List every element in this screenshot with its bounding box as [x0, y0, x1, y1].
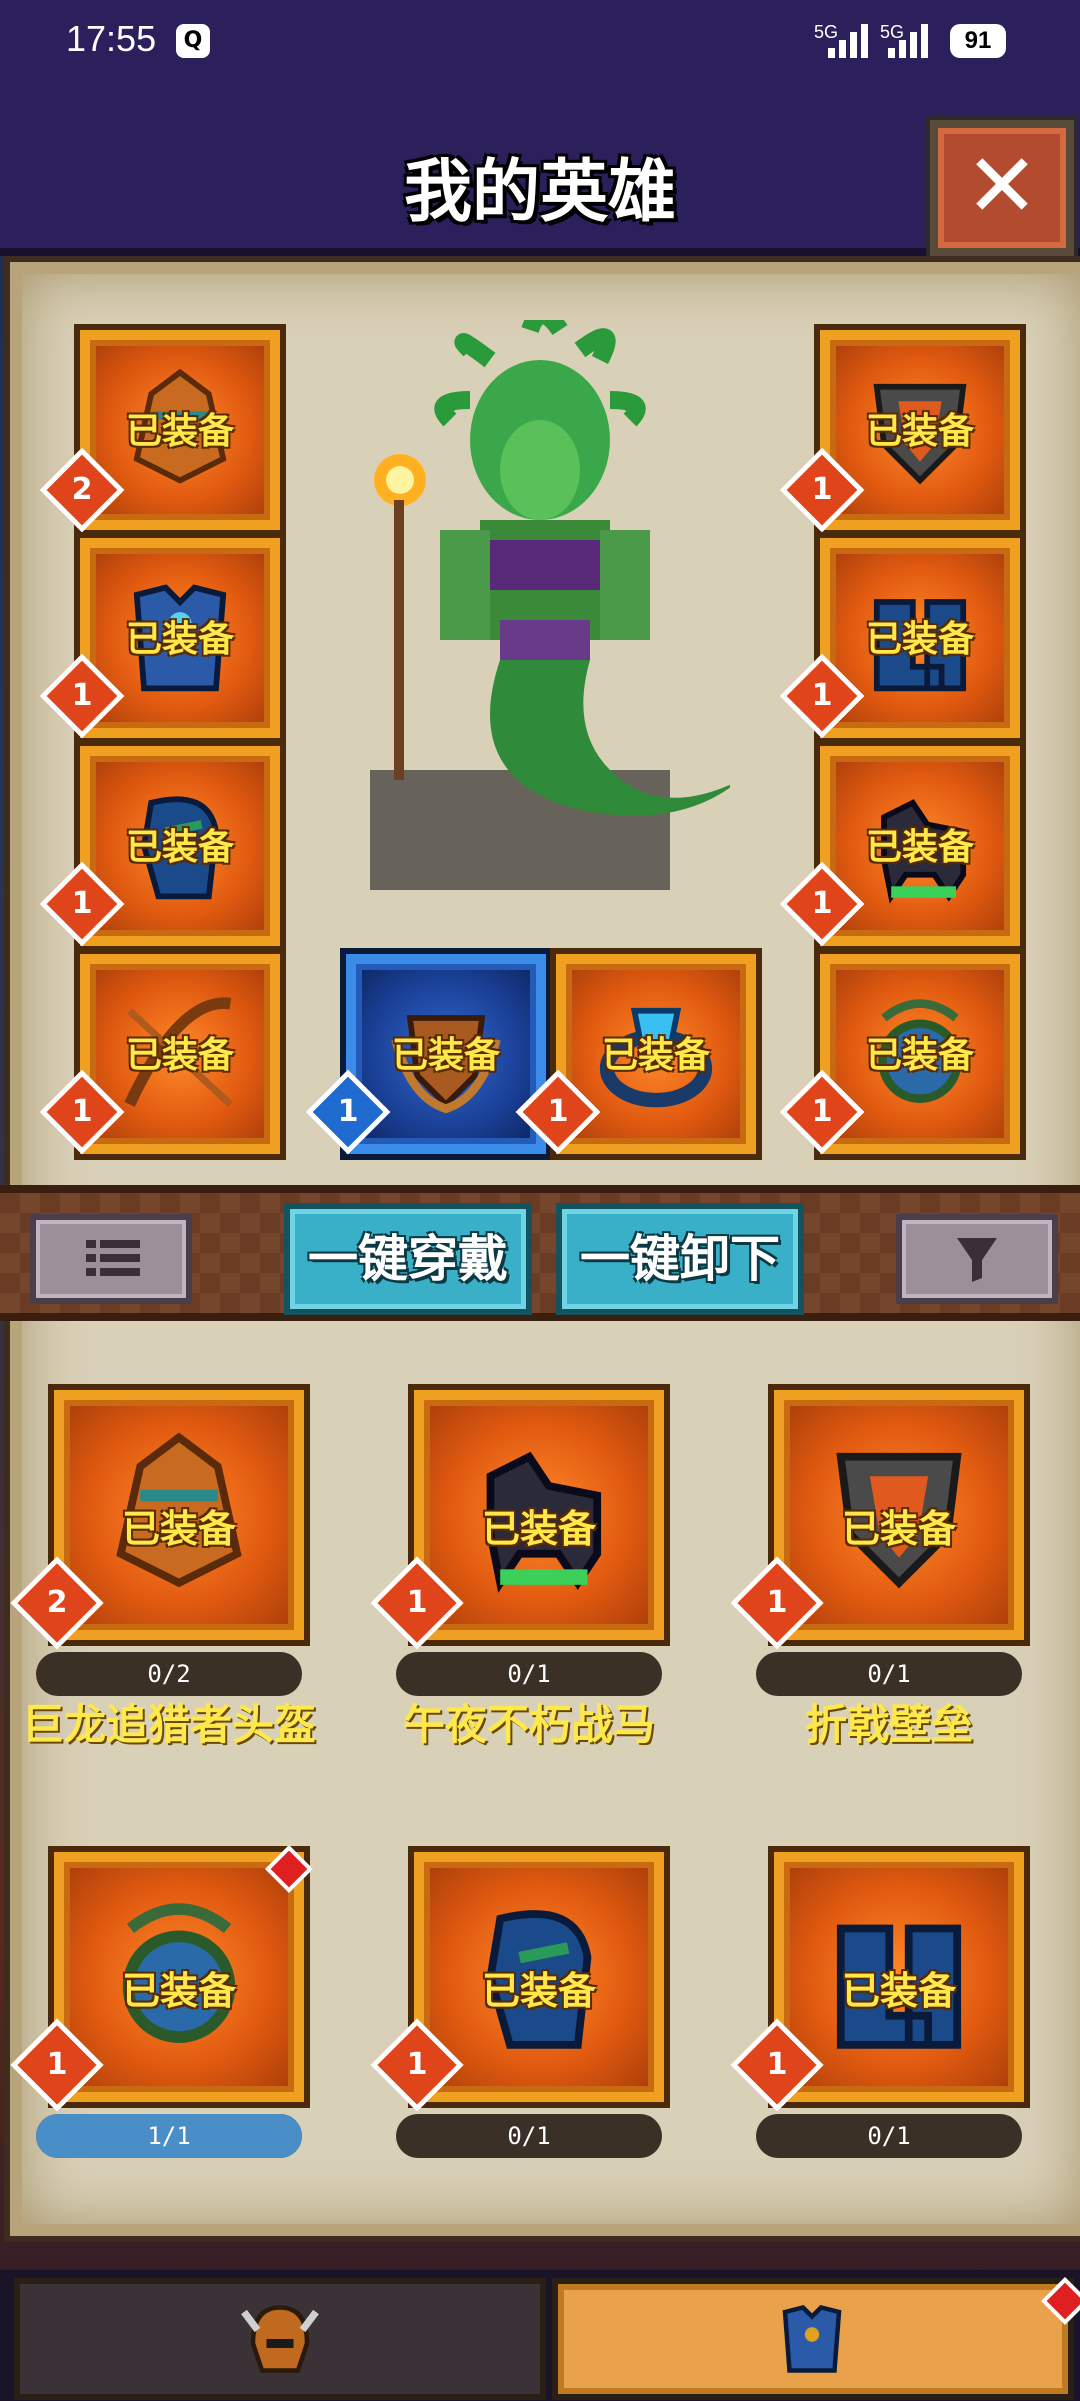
status-time: 17:55 [66, 18, 157, 59]
status-bar: 17:55 Q 5G 5G 91 [0, 0, 1080, 86]
battery-indicator: 91 [950, 24, 1006, 58]
bottom-tab-bar [0, 2270, 1080, 2401]
slot-label: 已装备 [865, 411, 974, 452]
slot-label: 已装备 [121, 1969, 236, 2013]
item-name: 折戟壁垒 [804, 1700, 973, 1749]
slot-label: 已装备 [481, 1969, 596, 2013]
close-icon: ✕ [965, 134, 1039, 237]
item-name: 巨龙追猎者头盔 [21, 1700, 316, 1749]
list-view-button[interactable] [30, 1214, 192, 1304]
slot-label: 已装备 [125, 619, 234, 660]
tab-hero[interactable] [14, 2278, 546, 2400]
close-button[interactable]: ✕ [930, 120, 1074, 256]
slot-label: 已装备 [865, 827, 974, 868]
slot-label: 已装备 [125, 411, 234, 452]
wear-all-button[interactable]: 一键穿戴 [284, 1203, 532, 1315]
slot-label: 已装备 [841, 1507, 956, 1551]
helmet-icon [241, 2305, 319, 2373]
slot-label: 已装备 [125, 1035, 234, 1076]
progress-bar: 0/2 [36, 1652, 302, 1696]
signal-icon [828, 22, 872, 58]
slot-label: 已装备 [841, 1969, 956, 2013]
progress-bar: 0/1 [396, 2114, 662, 2158]
slot-label: 已装备 [601, 1035, 710, 1076]
medusa-hero-figure [370, 320, 730, 890]
slot-label: 已装备 [121, 1507, 236, 1551]
progress-bar: 1/1 [36, 2114, 302, 2158]
item-name: 午夜不朽战马 [402, 1700, 655, 1749]
filter-button[interactable] [896, 1214, 1058, 1304]
tab-equipment[interactable] [552, 2278, 1074, 2400]
slot-label: 已装备 [391, 1035, 500, 1076]
list-icon [86, 1240, 140, 1276]
progress-bar: 0/1 [396, 1652, 662, 1696]
progress-bar: 0/1 [756, 2114, 1022, 2158]
slot-label: 已装备 [481, 1507, 596, 1551]
slot-label: 已装备 [865, 619, 974, 660]
title-bar: 我的英雄 [0, 86, 1080, 256]
qq-icon: Q [176, 24, 210, 58]
action-toolbar: 一键穿戴 一键卸下 [0, 1185, 1080, 1321]
slot-label: 已装备 [865, 1035, 974, 1076]
slot-label: 已装备 [125, 827, 234, 868]
remove-all-button[interactable]: 一键卸下 [556, 1203, 804, 1315]
progress-bar: 0/1 [756, 1652, 1022, 1696]
page-title: 我的英雄 [403, 153, 676, 232]
armor-icon [782, 2305, 842, 2373]
signal-icon [888, 22, 932, 58]
filter-icon [957, 1238, 997, 1282]
